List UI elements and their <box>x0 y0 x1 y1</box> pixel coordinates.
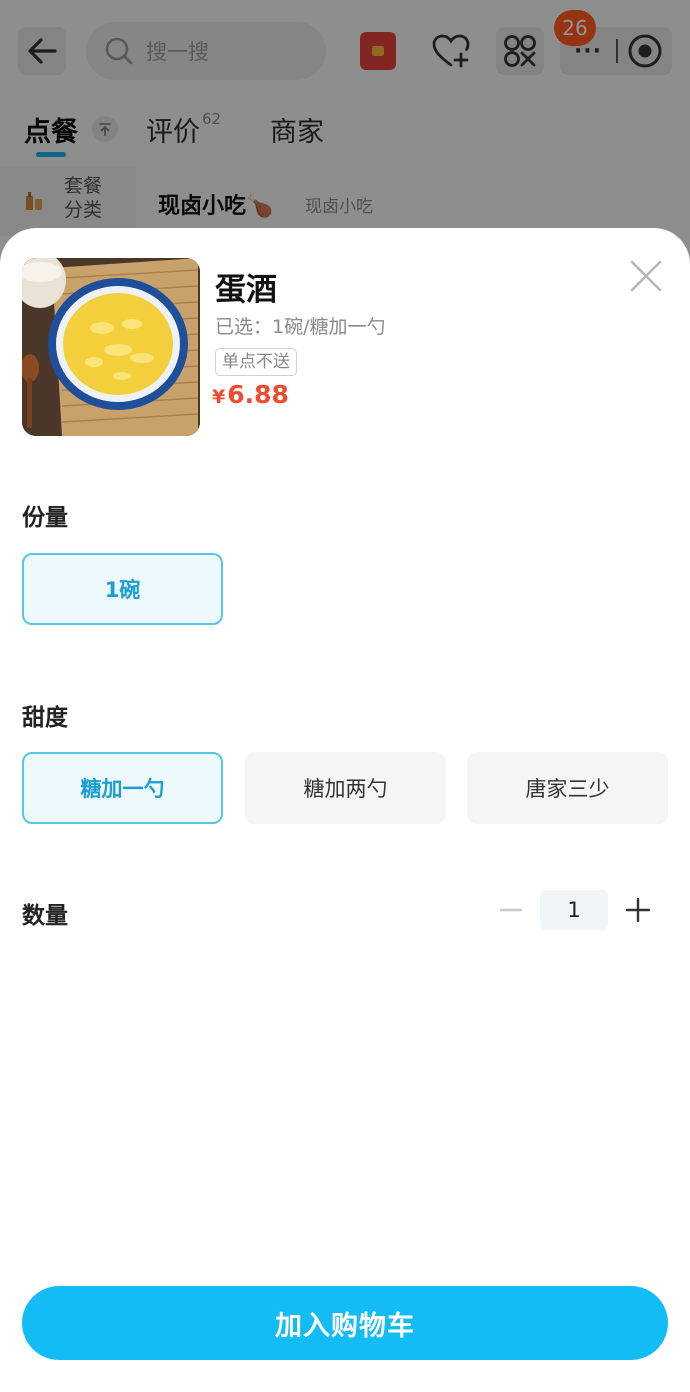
product-name: 蛋酒 <box>215 272 277 308</box>
price-value: 6.88 <box>227 380 289 409</box>
decrease-quantity-button[interactable] <box>496 888 526 932</box>
plus-icon <box>626 898 650 922</box>
increase-quantity-button[interactable] <box>622 888 654 932</box>
add-to-cart-button[interactable]: 加入购物车 <box>22 1286 668 1360</box>
product-image <box>22 258 200 436</box>
sweetness-option-two-spoons[interactable]: 糖加两勺 <box>245 752 446 824</box>
product-options-sheet: 蛋酒 已选：1碗/糖加一勺 单点不送 ¥6.88 份量 1碗 甜度 糖加一勺 糖… <box>0 228 690 1392</box>
quantity-label: 数量 <box>22 903 68 929</box>
currency-symbol: ¥ <box>212 386 226 408</box>
close-icon <box>630 260 662 292</box>
close-button[interactable] <box>626 256 666 296</box>
product-price: ¥6.88 <box>212 380 289 409</box>
egg-wine-bowl-image <box>22 258 200 436</box>
quantity-value[interactable]: 1 <box>540 890 608 930</box>
portion-option-1-bowl[interactable]: 1碗 <box>22 553 223 625</box>
selected-summary: 已选：1碗/糖加一勺 <box>215 316 386 338</box>
sweetness-option-one-spoon[interactable]: 糖加一勺 <box>22 752 223 824</box>
sweetness-option-tang-jia-san-shao[interactable]: 唐家三少 <box>467 752 668 824</box>
product-tag: 单点不送 <box>215 348 297 376</box>
minus-icon <box>500 908 522 912</box>
sweetness-label: 甜度 <box>22 705 68 731</box>
portion-label: 份量 <box>22 505 68 531</box>
